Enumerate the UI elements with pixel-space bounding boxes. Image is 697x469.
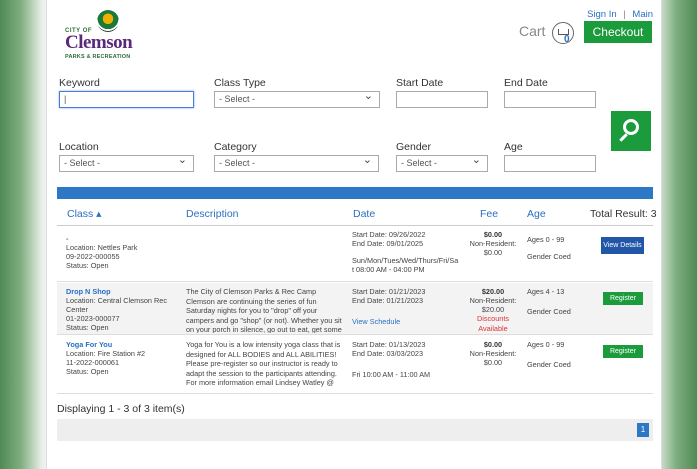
class-type-label: Class Type xyxy=(214,77,266,89)
non-resident-fee: $0.00 xyxy=(483,248,503,257)
age-label: Age xyxy=(504,141,523,153)
gender-value: Gender Coed xyxy=(527,252,571,261)
fee-column-header[interactable]: Fee xyxy=(480,208,498,220)
end-date-input[interactable] xyxy=(504,91,596,108)
main-link[interactable]: Main xyxy=(632,9,653,20)
keyword-input[interactable]: | xyxy=(59,91,194,108)
age-range: Ages 0 - 99 xyxy=(527,340,565,349)
keyword-label: Keyword xyxy=(59,77,100,89)
header-divider xyxy=(57,225,653,226)
schedule-continued: t 08:00 AM - 04:00 PM xyxy=(352,265,425,274)
register-button[interactable]: Register xyxy=(603,345,643,358)
gender-label: Gender xyxy=(396,141,432,153)
start-date-label: Start Date xyxy=(396,77,444,89)
category-select[interactable]: - Select - xyxy=(214,153,379,172)
end-date-label: End Date xyxy=(504,77,548,89)
class-column-header[interactable]: Class ▴ xyxy=(67,208,101,220)
table-row: - Location: Nettles Park 09-2022-000055 … xyxy=(57,230,653,282)
end-date: End Date: 01/21/2023 xyxy=(352,296,423,305)
clemson-logo[interactable]: CITY OF Clemson PARKS & RECREATION xyxy=(57,8,137,60)
total-result: Total Result: 3 xyxy=(590,208,657,220)
pagination-summary: Displaying 1 - 3 of 3 item(s) xyxy=(57,403,185,415)
gender-value: Gender Coed xyxy=(527,307,571,316)
non-resident-fee: $0.00 xyxy=(483,358,503,367)
class-status: Status: Open xyxy=(66,261,109,270)
cart-label[interactable]: Cart xyxy=(519,23,545,39)
gender-value: Gender Coed xyxy=(527,360,571,369)
seal-icon xyxy=(97,10,119,32)
class-status: Status: Open xyxy=(66,367,109,376)
page-1-button[interactable]: 1 xyxy=(637,423,649,437)
cart-icon[interactable] xyxy=(552,22,574,44)
checkout-button[interactable]: Checkout xyxy=(584,21,652,43)
pagination-bar: 1 xyxy=(57,419,653,441)
view-details-button[interactable]: View Details xyxy=(601,237,644,254)
class-description: Yoga for You is a low intensity yoga cla… xyxy=(186,340,341,387)
start-date-input[interactable] xyxy=(396,91,488,108)
view-schedule-link[interactable]: View Schedule xyxy=(352,317,400,327)
cart-count: 0 xyxy=(564,34,570,45)
age-range: Ages 4 - 13 xyxy=(527,287,565,296)
description-column-header[interactable]: Description xyxy=(186,208,239,220)
table-row: Drop N Shop Location: Central Clemson Re… xyxy=(57,283,653,335)
location-label: Location xyxy=(59,141,99,153)
page-container: CITY OF Clemson PARKS & RECREATION Sign … xyxy=(46,0,662,469)
table-row: Yoga For You Location: Fire Station #2 1… xyxy=(57,336,653,394)
age-input[interactable] xyxy=(504,155,596,172)
logo-subtitle: PARKS & RECREATION xyxy=(65,54,131,60)
age-range: Ages 0 - 99 xyxy=(527,235,565,244)
register-button[interactable]: Register xyxy=(603,292,643,305)
gender-select[interactable]: - Select - xyxy=(396,153,488,172)
logo-name: Clemson xyxy=(65,32,133,53)
date-column-header[interactable]: Date xyxy=(353,208,375,220)
sign-in-link[interactable]: Sign In xyxy=(587,9,617,20)
header-separator: | xyxy=(623,9,626,20)
location-select[interactable]: - Select - xyxy=(59,153,194,172)
age-column-header[interactable]: Age xyxy=(527,208,546,220)
end-date: End Date: 09/01/2025 xyxy=(352,239,423,248)
category-label: Category xyxy=(214,141,257,153)
class-type-select[interactable]: - Select - xyxy=(214,89,380,108)
schedule: Fri 10:00 AM - 11:00 AM xyxy=(352,370,431,379)
discounts-available: Discounts Available xyxy=(476,314,510,333)
class-description: The City of Clemson Parks & Rec Camp Cle… xyxy=(186,287,342,333)
end-date: End Date: 03/03/2023 xyxy=(352,349,423,358)
class-status: Status: Open xyxy=(66,323,109,332)
header-links: Sign In | Main xyxy=(587,9,653,20)
results-header-bar xyxy=(57,187,653,199)
search-button[interactable] xyxy=(611,111,651,151)
